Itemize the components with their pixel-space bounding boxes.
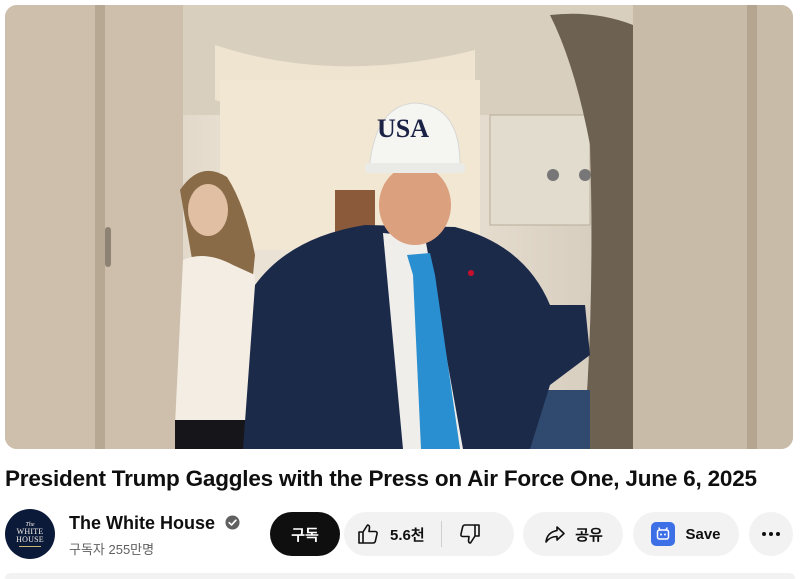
video-frame: USA (5, 5, 793, 449)
lapel-pin (468, 270, 474, 276)
man-face (379, 165, 451, 245)
subscribe-button[interactable]: 구독 (270, 512, 340, 556)
subscriber-count: 구독자 255만명 (69, 542, 155, 557)
share-arrow-icon (545, 526, 565, 543)
cabinet-knob (579, 169, 591, 181)
cap-text: USA (377, 114, 429, 143)
avatar-line: HOUSE (16, 534, 44, 544)
cap-brim (365, 163, 465, 173)
description-box-edge[interactable] (5, 573, 795, 579)
door-frame (95, 5, 105, 449)
woman-face (188, 184, 228, 236)
like-count: 5.6천 (390, 526, 425, 544)
share-button[interactable]: 공유 (523, 512, 623, 556)
video-player[interactable]: USA (5, 5, 793, 449)
thumbs-up-icon (358, 524, 378, 544)
cabinet-knob (547, 169, 559, 181)
woman-top (175, 256, 255, 425)
avatar-rule (19, 545, 41, 547)
door-handle (105, 227, 111, 267)
channel-avatar[interactable]: The WHITE HOUSE (5, 509, 55, 559)
left-door-panel (5, 5, 183, 449)
more-horizontal-icon (762, 532, 780, 536)
save-label: Save (685, 525, 721, 543)
channel-name[interactable]: The White House (69, 513, 215, 534)
like-dislike-group: 5.6천 (344, 512, 514, 556)
right-wall (633, 5, 793, 449)
dislike-button[interactable] (442, 512, 482, 556)
like-button[interactable]: 5.6천 (344, 512, 441, 556)
video-title: President Trump Gaggles with the Press o… (5, 466, 757, 491)
more-actions-button[interactable] (749, 512, 793, 556)
save-bookmark-icon (651, 522, 676, 546)
wall-edge (747, 5, 757, 449)
verified-check-icon (225, 515, 240, 530)
cabinet (489, 114, 591, 226)
share-label: 공유 (575, 526, 603, 544)
save-button[interactable]: Save (633, 512, 739, 556)
thumbs-down-icon (459, 524, 480, 544)
woman-skirt (175, 420, 250, 449)
